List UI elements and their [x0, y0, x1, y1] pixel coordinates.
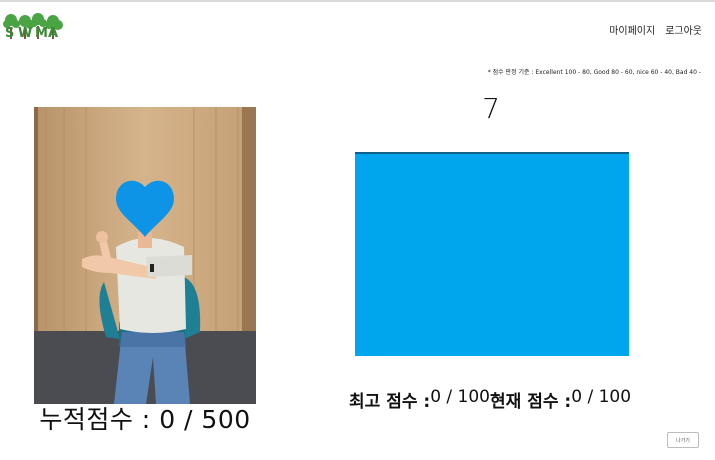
countdown-timer: 7 — [482, 92, 500, 125]
site-logo[interactable]: SWMA — [3, 10, 65, 42]
svg-text:A: A — [48, 26, 58, 41]
webcam-top-edge — [355, 152, 629, 154]
svg-text:W: W — [18, 26, 32, 41]
best-score-value: 0 / 100 — [430, 387, 491, 407]
top-nav: 마이페이지 로그아웃 — [609, 22, 702, 37]
logout-link[interactable]: 로그아웃 — [665, 22, 702, 37]
best-score-label: 최고 점수 : — [349, 392, 431, 412]
webcam-feed — [355, 152, 629, 356]
mypage-link[interactable]: 마이페이지 — [609, 22, 655, 37]
current-score-label: 현재 점수 : — [490, 392, 572, 412]
cumulative-score: 누적점수 : 0 / 500 — [34, 400, 256, 436]
svg-text:M: M — [35, 26, 48, 41]
reference-pose-image — [34, 107, 256, 404]
current-score-value: 0 / 100 — [571, 387, 632, 407]
exit-button[interactable]: 나가기 — [667, 432, 699, 448]
svg-text:S: S — [5, 26, 14, 41]
cumulative-score-label: 누적점수 : — [39, 405, 160, 434]
cumulative-score-value: 0 / 500 — [159, 405, 251, 434]
window-top-border — [0, 0, 715, 2]
score-summary: 최고 점수 : 0 / 100 현재 점수 : 0 / 100 — [349, 387, 631, 412]
score-criteria-note: * 점수 판정 기준 : Excellent 100 - 80, Good 80… — [487, 69, 701, 76]
